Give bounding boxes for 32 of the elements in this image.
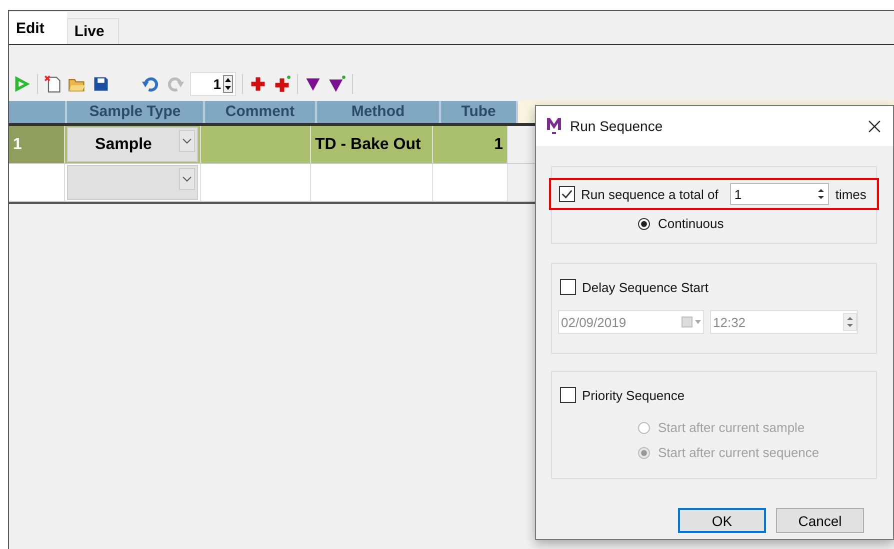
repeat-count-spinner[interactable]: 1 — [730, 183, 830, 205]
radio-circle-icon[interactable] — [638, 218, 650, 230]
ok-button[interactable]: OK — [678, 508, 766, 533]
undo-icon[interactable] — [142, 75, 160, 93]
cancel-button[interactable]: Cancel — [776, 508, 864, 533]
count-spinner[interactable]: 1 — [190, 72, 236, 96]
new-file-icon[interactable] — [44, 75, 62, 93]
app-logo-icon — [546, 117, 562, 135]
time-spinner[interactable]: 12:32 — [710, 310, 858, 334]
checkbox-label: Run sequence a total of — [581, 186, 718, 202]
checkbox-label: Priority Sequence — [582, 388, 685, 402]
checkbox[interactable] — [559, 186, 575, 202]
sample-type-dropdown[interactable]: Sample — [67, 127, 198, 162]
times-label: times — [835, 186, 866, 202]
plus-icon[interactable] — [249, 75, 267, 93]
column-header[interactable]: Comment — [203, 101, 315, 123]
save-icon[interactable] — [92, 75, 110, 93]
plus-icon[interactable] — [273, 75, 291, 93]
date-picker[interactable]: 02/09/2019 — [558, 310, 704, 334]
close-icon[interactable] — [868, 120, 881, 132]
table-cell: TD - Bake Out — [315, 136, 421, 154]
column-header[interactable]: Sample Type — [65, 101, 203, 123]
checkbox[interactable] — [560, 279, 576, 295]
checkbox[interactable] — [560, 387, 576, 403]
table-cell: 1 — [494, 136, 503, 154]
radio-button[interactable]: Continuous — [638, 216, 876, 231]
tab[interactable]: Edit — [9, 12, 68, 44]
column-header[interactable]: Method — [315, 101, 439, 123]
funnel-icon[interactable] — [328, 75, 346, 93]
tab[interactable]: Live — [67, 18, 120, 44]
row-number: 1 — [13, 136, 22, 154]
checkbox-label: Delay Sequence Start — [582, 280, 708, 294]
